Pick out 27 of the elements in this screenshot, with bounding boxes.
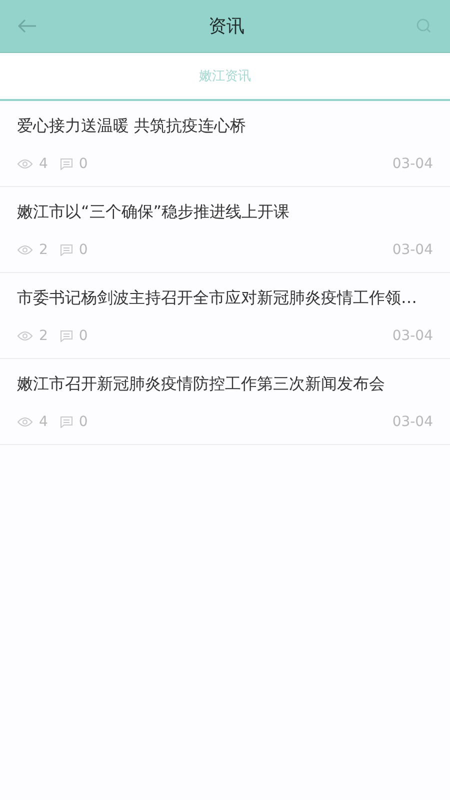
comment-count: 0 [78,328,88,344]
eye-icon [17,245,33,255]
view-count: 2 [39,242,48,258]
view-count: 4 [39,414,48,430]
comment-count: 0 [78,414,88,430]
page-title: 资讯 [208,15,244,38]
article-title[interactable]: 爱心接力送温暖 共筑抗疫连心桥 [17,115,433,137]
eye-icon [17,159,33,169]
comment-count: 0 [78,242,88,258]
back-icon[interactable] [17,19,37,33]
article-date: 03-04 [392,328,433,344]
article-date: 03-04 [392,156,433,172]
comment-icon [60,330,73,342]
comment-icon [60,416,73,428]
view-count: 2 [39,328,48,344]
article-date: 03-04 [392,414,433,430]
comment-icon [60,158,73,170]
comment-count: 0 [78,156,88,172]
article-title[interactable]: 市委书记杨剑波主持召开全市应对新冠肺炎疫情工作领… [17,287,433,309]
article-title[interactable]: 嫩江市以“三个确保”稳步推进线上开课 [17,201,433,223]
article-title[interactable]: 嫩江市召开新冠肺炎疫情防控工作第三次新闻发布会 [17,373,433,395]
eye-icon [17,417,33,427]
view-count: 4 [39,156,48,172]
search-icon[interactable] [416,18,432,34]
article-date: 03-04 [392,242,433,258]
eye-icon [17,331,33,341]
comment-icon [60,244,73,256]
